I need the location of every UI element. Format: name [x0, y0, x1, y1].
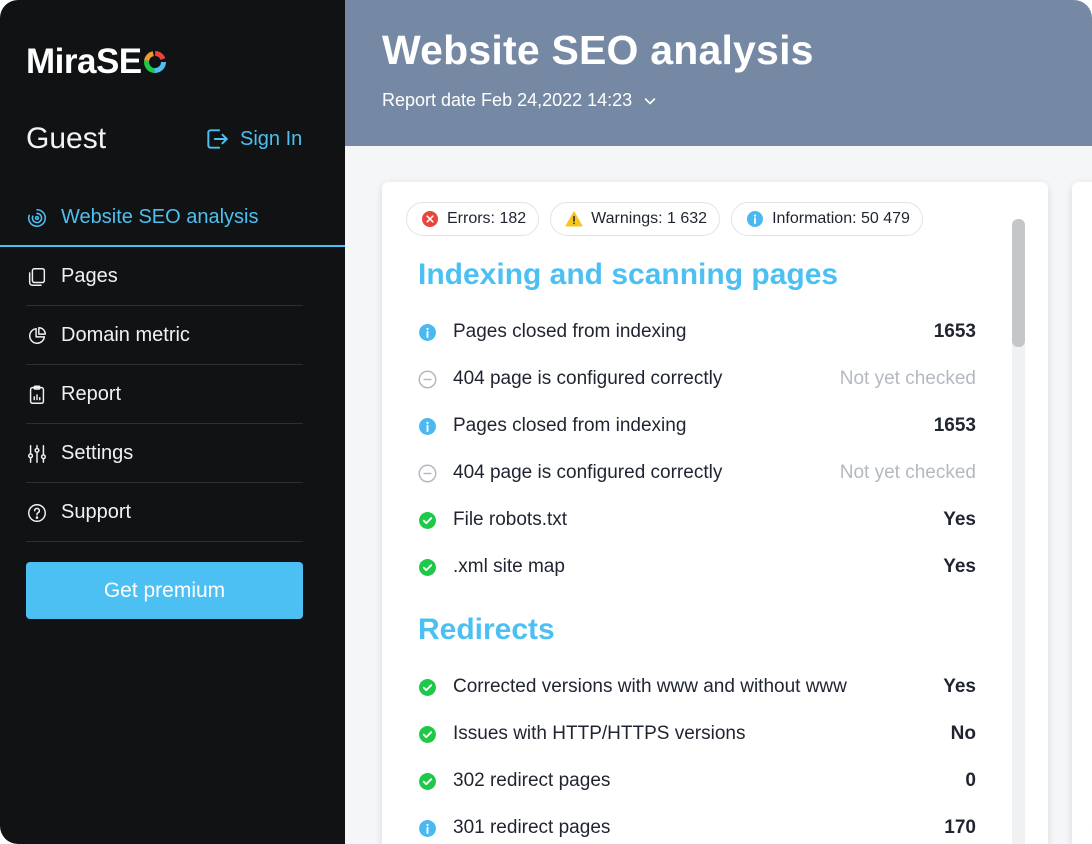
sidebar-item-report[interactable]: Report — [0, 365, 345, 424]
summary-badges: Errors: 182 Warnings: 1 632 Information:… — [406, 202, 923, 236]
check-label: 301 redirect pages — [453, 817, 611, 838]
logo-text: MiraSE — [26, 42, 142, 81]
check-label: .xml site map — [453, 556, 565, 577]
check-circle-icon — [418, 511, 437, 530]
sidebar-item-website-seo-analysis[interactable]: Website SEO analysis — [0, 188, 345, 247]
main-content: Errors: 182 Warnings: 1 632 Information:… — [345, 146, 1092, 844]
scrollbar-track[interactable] — [1012, 219, 1025, 844]
check-circle-icon — [418, 558, 437, 577]
logo[interactable]: MiraSE — [26, 42, 167, 82]
scrollbar-thumb[interactable] — [1012, 219, 1025, 347]
check-row[interactable]: 301 redirect pages 170 — [418, 813, 976, 843]
sidebar-item-domain-metric[interactable]: Domain metric — [0, 306, 345, 365]
sidebar-item-pages[interactable]: Pages — [0, 247, 345, 306]
sign-in-icon — [207, 129, 228, 149]
secondary-card — [1072, 182, 1092, 844]
target-icon — [26, 207, 48, 229]
page-title: Website SEO analysis — [382, 27, 814, 73]
check-value: Not yet checked — [839, 462, 976, 483]
sign-in-label: Sign In — [240, 127, 303, 150]
check-label: Issues with HTTP/HTTPS versions — [453, 723, 746, 744]
info-icon — [418, 323, 437, 342]
sidebar-item-settings[interactable]: Settings — [0, 424, 345, 483]
warning-icon — [565, 211, 583, 227]
check-row[interactable]: .xml site map Yes — [418, 552, 976, 582]
check-label: Corrected versions with www and without … — [453, 676, 847, 697]
sidebar-nav: Website SEO analysis Pages Domain metric… — [0, 188, 345, 542]
errors-badge[interactable]: Errors: 182 — [406, 202, 540, 236]
check-value: No — [950, 723, 976, 744]
errors-count: Errors: 182 — [447, 210, 527, 227]
check-value: 170 — [944, 817, 976, 838]
sidebar-item-label: Support — [61, 501, 132, 523]
app-window: MiraSE Guest Sign In Website SEO analysi… — [0, 0, 1092, 844]
sidebar: MiraSE Guest Sign In Website SEO analysi… — [0, 0, 345, 844]
report-date-dropdown[interactable]: Report date Feb 24,2022 14:23 — [382, 90, 658, 111]
check-label: 404 page is configured correctly — [453, 368, 723, 389]
check-value: Yes — [943, 676, 976, 697]
sliders-icon — [26, 443, 48, 465]
check-row[interactable]: Corrected versions with www and without … — [418, 672, 976, 702]
check-circle-icon — [418, 772, 437, 791]
report-date-label: Report date Feb 24,2022 14:23 — [382, 90, 633, 110]
pie-chart-icon — [26, 325, 48, 347]
pages-icon — [26, 266, 48, 288]
check-row[interactable]: Pages closed from indexing 1653 — [418, 411, 976, 441]
section-title-indexing: Indexing and scanning pages — [418, 258, 839, 291]
pending-icon — [418, 370, 437, 389]
sidebar-item-support[interactable]: Support — [0, 483, 345, 542]
warnings-count: Warnings: 1 632 — [591, 210, 708, 227]
help-icon — [26, 502, 48, 524]
check-circle-icon — [418, 725, 437, 744]
information-count: Information: 50 479 — [772, 210, 910, 227]
logo-ring-icon — [143, 51, 166, 73]
analysis-card: Errors: 182 Warnings: 1 632 Information:… — [382, 182, 1048, 844]
check-value: 0 — [965, 770, 976, 791]
check-row[interactable]: Pages closed from indexing 1653 — [418, 317, 976, 347]
check-label: 404 page is configured correctly — [453, 462, 723, 483]
chevron-down-icon — [644, 97, 656, 104]
page-header: Website SEO analysis Report date Feb 24,… — [345, 0, 1092, 146]
check-row[interactable]: Issues with HTTP/HTTPS versions No — [418, 719, 976, 749]
info-icon — [747, 211, 764, 227]
warnings-badge[interactable]: Warnings: 1 632 — [550, 202, 721, 236]
pending-icon — [418, 464, 437, 483]
check-row[interactable]: File robots.txt Yes — [418, 505, 976, 535]
check-label: Pages closed from indexing — [453, 321, 687, 342]
user-name: Guest — [26, 122, 107, 155]
error-icon — [422, 211, 438, 227]
sidebar-item-label: Pages — [61, 265, 118, 287]
check-label: 302 redirect pages — [453, 770, 611, 791]
information-badge[interactable]: Information: 50 479 — [731, 202, 923, 236]
sign-in-button[interactable]: Sign In — [204, 126, 302, 152]
get-premium-button[interactable]: Get premium — [26, 562, 303, 619]
check-label: File robots.txt — [453, 509, 568, 530]
section-title-redirects: Redirects — [418, 613, 555, 646]
check-label: Pages closed from indexing — [453, 415, 687, 436]
check-value: Not yet checked — [839, 368, 976, 389]
check-circle-icon — [418, 678, 437, 697]
check-value: Yes — [943, 509, 976, 530]
check-row[interactable]: 404 page is configured correctly Not yet… — [418, 364, 976, 394]
sidebar-item-label: Settings — [61, 442, 134, 464]
info-icon — [418, 417, 437, 436]
check-value: 1653 — [933, 415, 976, 436]
sidebar-item-label: Report — [61, 383, 122, 405]
clipboard-icon — [26, 384, 48, 406]
check-row[interactable]: 404 page is configured correctly Not yet… — [418, 458, 976, 488]
check-value: 1653 — [933, 321, 976, 342]
sidebar-item-label: Website SEO analysis — [61, 206, 259, 228]
check-row[interactable]: 302 redirect pages 0 — [418, 766, 976, 796]
info-icon — [418, 819, 437, 838]
sidebar-item-label: Domain metric — [61, 324, 190, 346]
check-value: Yes — [943, 556, 976, 577]
